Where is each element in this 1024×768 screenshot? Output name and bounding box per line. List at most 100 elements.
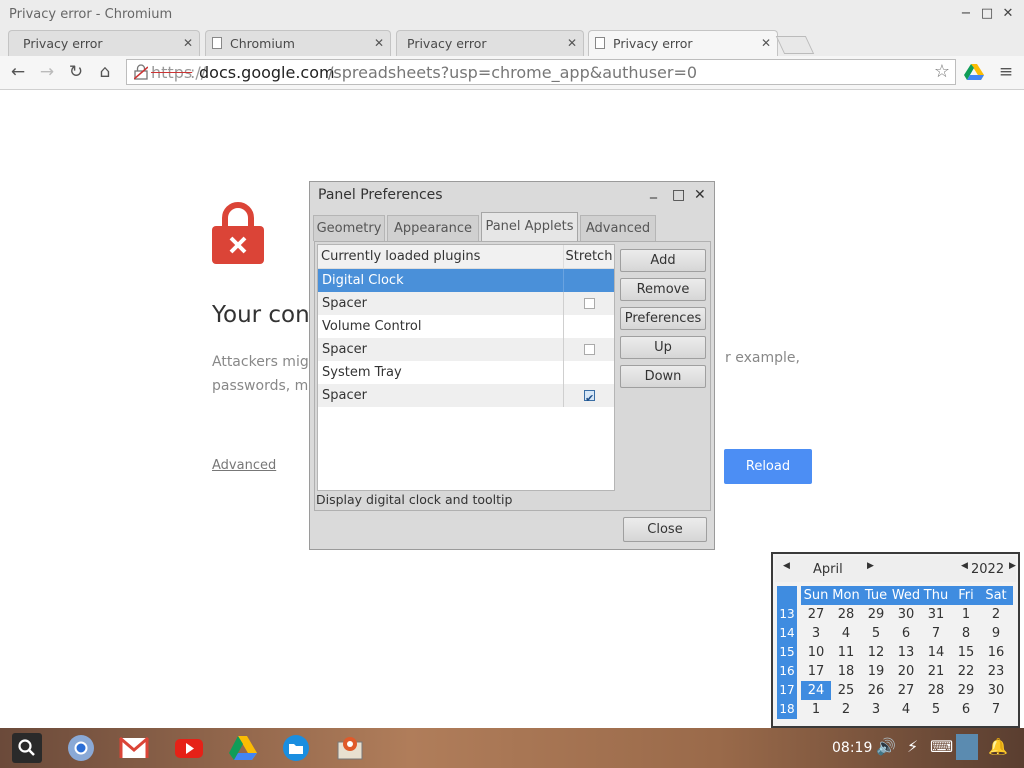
calendar-day[interactable]: 5 bbox=[861, 624, 891, 643]
search-launcher-button[interactable] bbox=[12, 733, 42, 763]
tab-geometry[interactable]: Geometry bbox=[313, 215, 385, 241]
calendar-day[interactable]: 27 bbox=[891, 681, 921, 700]
forward-icon[interactable]: → bbox=[37, 62, 57, 82]
calendar-day[interactable]: 24 bbox=[801, 681, 831, 700]
calendar-day[interactable]: 14 bbox=[921, 643, 951, 662]
reload-icon[interactable]: ↻ bbox=[66, 62, 86, 82]
stretch-checkbox[interactable] bbox=[584, 344, 595, 355]
drive-extension-icon[interactable] bbox=[964, 64, 984, 82]
plugin-row-spacer[interactable]: Spacer bbox=[318, 292, 614, 315]
tab-panel-applets[interactable]: Panel Applets bbox=[481, 212, 578, 242]
calendar-day[interactable]: 15 bbox=[951, 643, 981, 662]
calendar-day[interactable]: 1 bbox=[951, 605, 981, 624]
column-header-plugins[interactable]: Currently loaded plugins bbox=[318, 245, 563, 269]
bookmark-star-icon[interactable]: ☆ bbox=[934, 61, 950, 82]
taskbar-clock[interactable]: 08:19 bbox=[832, 740, 872, 756]
back-icon[interactable]: ← bbox=[8, 62, 28, 82]
calendar-day[interactable]: 23 bbox=[981, 662, 1011, 681]
calendar-day[interactable]: 20 bbox=[891, 662, 921, 681]
prev-year-icon[interactable]: ◀ bbox=[961, 561, 968, 571]
reload-button[interactable]: Reload bbox=[724, 449, 812, 484]
dialog-close-text-button[interactable]: Close bbox=[623, 517, 707, 542]
calendar-day[interactable]: 21 bbox=[921, 662, 951, 681]
dialog-close-button[interactable]: ✕ bbox=[694, 187, 706, 203]
calendar-day[interactable]: 19 bbox=[861, 662, 891, 681]
gmail-app-icon[interactable] bbox=[119, 734, 149, 762]
stretch-checkbox[interactable] bbox=[584, 298, 595, 309]
user-icon[interactable] bbox=[956, 734, 978, 760]
calendar-day[interactable]: 18 bbox=[831, 662, 861, 681]
home-icon[interactable]: ⌂ bbox=[95, 62, 115, 82]
tab-advanced[interactable]: Advanced bbox=[580, 215, 656, 241]
calendar-day[interactable]: 5 bbox=[921, 700, 951, 719]
new-tab-button[interactable] bbox=[775, 36, 815, 54]
calendar-day[interactable]: 17 bbox=[801, 662, 831, 681]
calendar-day[interactable]: 2 bbox=[981, 605, 1011, 624]
prev-month-icon[interactable]: ◀ bbox=[783, 561, 790, 571]
calendar-day[interactable]: 2 bbox=[831, 700, 861, 719]
calendar-day[interactable]: 9 bbox=[981, 624, 1011, 643]
plugin-row-digital-clock[interactable]: Digital Clock bbox=[318, 269, 614, 292]
tab-close-icon[interactable]: ✕ bbox=[374, 36, 384, 50]
dialog-maximize-button[interactable]: □ bbox=[672, 187, 685, 203]
stretch-checkbox-checked[interactable] bbox=[584, 387, 595, 410]
calendar-day[interactable]: 27 bbox=[801, 605, 831, 624]
calendar-day[interactable]: 11 bbox=[831, 643, 861, 662]
calendar-day[interactable]: 7 bbox=[921, 624, 951, 643]
down-button[interactable]: Down bbox=[620, 365, 706, 388]
calendar-day[interactable]: 30 bbox=[981, 681, 1011, 700]
chromium-app-icon[interactable] bbox=[66, 734, 96, 762]
tab-close-icon[interactable]: ✕ bbox=[761, 36, 771, 50]
calendar-day[interactable]: 28 bbox=[831, 605, 861, 624]
calendar-day[interactable]: 4 bbox=[831, 624, 861, 643]
tab-privacy-error-active[interactable]: Privacy error ✕ bbox=[588, 30, 778, 56]
plugins-list[interactable]: Currently loaded plugins Stretch Digital… bbox=[317, 244, 615, 491]
calendar-day[interactable]: 29 bbox=[861, 605, 891, 624]
calendar-day[interactable]: 16 bbox=[981, 643, 1011, 662]
calendar-day[interactable]: 1 bbox=[801, 700, 831, 719]
plugin-row-system-tray[interactable]: System Tray bbox=[318, 361, 614, 384]
tab-privacy-error-2[interactable]: Privacy error ✕ bbox=[396, 30, 584, 56]
add-button[interactable]: Add bbox=[620, 249, 706, 272]
calendar-day[interactable]: 3 bbox=[801, 624, 831, 643]
calendar-day[interactable]: 22 bbox=[951, 662, 981, 681]
calendar-day[interactable]: 25 bbox=[831, 681, 861, 700]
column-header-stretch[interactable]: Stretch bbox=[563, 245, 614, 269]
tab-close-icon[interactable]: ✕ bbox=[183, 36, 193, 50]
volume-icon[interactable]: 🔊 bbox=[876, 737, 896, 756]
calendar-day[interactable]: 6 bbox=[891, 624, 921, 643]
chrome-menu-icon[interactable]: ≡ bbox=[996, 62, 1016, 82]
drive-app-icon[interactable] bbox=[228, 734, 258, 762]
keyboard-icon[interactable]: ⌨ bbox=[930, 737, 953, 756]
notification-icon[interactable]: 🔔 bbox=[988, 737, 1008, 756]
next-month-icon[interactable]: ▶ bbox=[867, 561, 874, 571]
tab-privacy-error-1[interactable]: Privacy error ✕ bbox=[8, 30, 200, 56]
calendar-day[interactable]: 4 bbox=[891, 700, 921, 719]
next-year-icon[interactable]: ▶ bbox=[1009, 561, 1016, 571]
up-button[interactable]: Up bbox=[620, 336, 706, 359]
network-icon[interactable]: ⚡ bbox=[907, 737, 918, 756]
calendar-day[interactable]: 7 bbox=[981, 700, 1011, 719]
calendar-day[interactable]: 3 bbox=[861, 700, 891, 719]
remove-button[interactable]: Remove bbox=[620, 278, 706, 301]
window-maximize-button[interactable]: □ bbox=[979, 6, 995, 22]
window-close-button[interactable]: ✕ bbox=[1000, 6, 1016, 22]
calendar-day[interactable]: 30 bbox=[891, 605, 921, 624]
dialog-minimize-button[interactable]: _ bbox=[650, 183, 657, 199]
calendar-day[interactable]: 6 bbox=[951, 700, 981, 719]
window-minimize-button[interactable]: − bbox=[958, 6, 974, 22]
plugin-row-spacer[interactable]: Spacer bbox=[318, 338, 614, 361]
tab-appearance[interactable]: Appearance bbox=[387, 215, 479, 241]
calendar-day[interactable]: 12 bbox=[861, 643, 891, 662]
tab-close-icon[interactable]: ✕ bbox=[567, 36, 577, 50]
files-app-icon[interactable] bbox=[281, 734, 311, 762]
calendar-day[interactable]: 31 bbox=[921, 605, 951, 624]
plugin-row-spacer[interactable]: Spacer bbox=[318, 384, 614, 410]
advanced-link[interactable]: Advanced bbox=[212, 458, 276, 473]
plugin-row-volume-control[interactable]: Volume Control bbox=[318, 315, 614, 338]
calendar-day[interactable]: 29 bbox=[951, 681, 981, 700]
calendar-day[interactable]: 13 bbox=[891, 643, 921, 662]
calendar-day[interactable]: 26 bbox=[861, 681, 891, 700]
calendar-day[interactable]: 8 bbox=[951, 624, 981, 643]
calendar-day[interactable]: 28 bbox=[921, 681, 951, 700]
